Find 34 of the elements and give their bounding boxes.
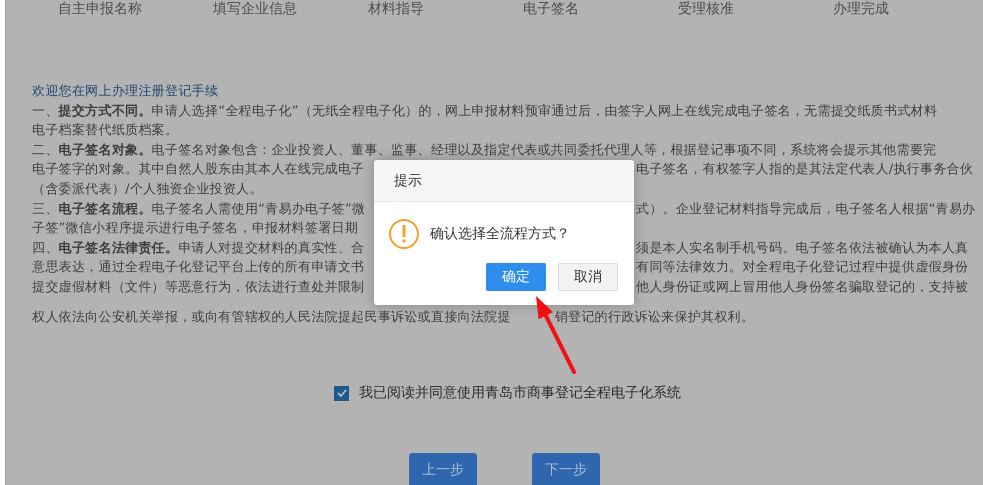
notice-text: （含委派代表）/个人独资企业投资人。: [32, 182, 263, 197]
notice-text: 三、电子签名流程。电子签名人需使用“青易办电子签”微: [32, 202, 366, 217]
step-label: 办理完成: [833, 0, 890, 19]
checkbox[interactable]: [334, 386, 349, 401]
step-label: 受理核准: [678, 0, 735, 19]
notice-text: 权人依法向公安机关举报，或向有管辖权的人民法院提起民事诉讼或直接向法院提: [32, 310, 511, 325]
step-label: 填写企业信息: [213, 0, 298, 19]
notice-text: 四、电子签名法律责任。申请人对提交材料的真实性、合: [32, 240, 365, 256]
notice-text: 电子签名，有权签字人指的是其法定代表人/执行事务合伙: [636, 161, 974, 180]
notice-text: 须是本人实名制手机号码。电子签名依法被确认为本人真: [636, 240, 968, 258]
notice-text: 电子档案替代纸质档案。: [32, 123, 178, 138]
check-icon: [336, 389, 346, 398]
step-label: 自主申报名称: [58, 0, 143, 19]
step-button[interactable]: 上一步: [409, 453, 477, 485]
dialog-title: 提示: [394, 172, 422, 190]
notice-text: 意思表达，通过全程电子化登记平台上传的所有申请文书: [32, 260, 364, 276]
notice-text: 有同等法律效力。对全程电子化登记过程中提供虚假身份: [636, 259, 968, 278]
notice-text: 提交虚假材料（文件）等恶意行为，依法进行查处并限制: [32, 280, 364, 295]
notice-title: 欢迎您在网上办理注册登记手续: [32, 83, 220, 101]
step-label: 材料指导: [368, 0, 425, 19]
notice-text: 一、提交方式不同。申请人选择“全程电子化”（无纸全程电子化）的，网上申报材料预审通过后，由签字人网上在线完成电子签名，无需提交纸质书式材料: [32, 104, 938, 119]
notice-text: 电子签字的对象。其中自然人股东由其本人在线完成电子: [32, 162, 364, 178]
notice-text: 式）。企业登记材料指导完成后，电子签名人根据“青易办: [636, 200, 976, 219]
dialog-message: 确认选择全流程方式？: [430, 225, 570, 243]
notice-text: 子签”微信小程序提示进行电子签名，申报材料签署日期: [32, 221, 358, 236]
notice-text: 二、电子签名对象。电子签名对象包含：企业投资人、董事、监事、经理以及指定代表或共同委托代理人等，根据登记事项不同，系统将会提示其他需要完: [32, 142, 936, 158]
notice-text: 销登记的行政诉讼来保护其权利。: [554, 308, 754, 327]
step-button[interactable]: 下一步: [532, 453, 600, 485]
notice-text: 他人身份证或网上冒用他人身份签名骗取登记的，支持被: [636, 278, 968, 297]
step-label: 电子签名: [523, 0, 580, 19]
confirm-button[interactable]: 确定: [486, 263, 546, 291]
cancel-button[interactable]: 取消: [558, 263, 618, 291]
agreement-label: 我已阅读并同意使用青岛市商事登记全程电子化系统: [359, 384, 681, 402]
warning-icon: [388, 218, 420, 250]
